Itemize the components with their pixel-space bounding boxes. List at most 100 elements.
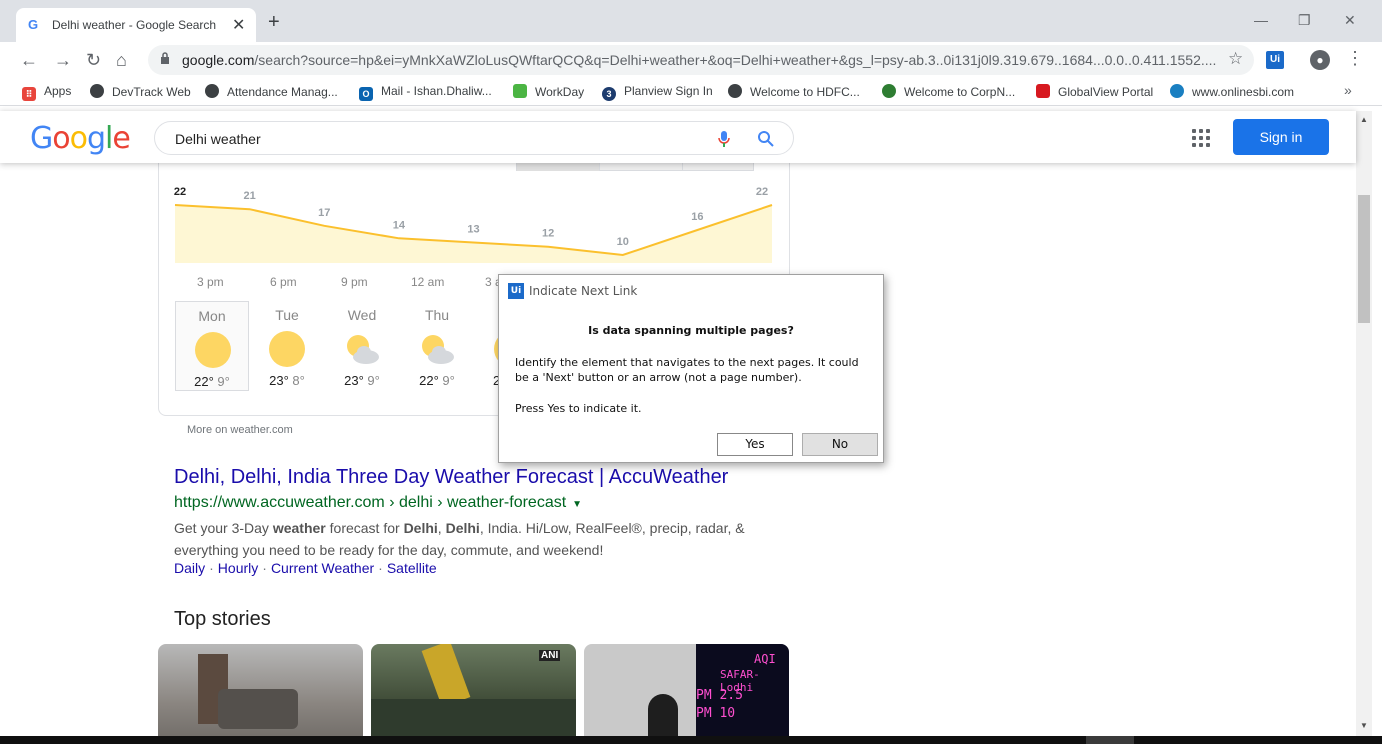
bookmark-devtrack[interactable]: DevTrack Web [90,84,191,99]
sitelink-current-weather[interactable]: Current Weather [271,560,374,576]
sbi-icon [1170,84,1184,98]
search-box[interactable]: Delhi weather [154,121,794,155]
fis-icon [513,84,527,98]
bookmark-workday[interactable]: WorkDay [513,84,584,99]
search-input[interactable]: Delhi weather [175,131,261,147]
sitelink-hourly[interactable]: Hourly [218,560,258,576]
google-header: Google Delhi weather Sign in [0,111,1356,163]
bookmark-star-icon[interactable]: ☆ [1228,49,1243,69]
scrollbar-thumb[interactable] [1358,195,1370,323]
bookmark-mail[interactable]: O Mail - Ishan.Dhaliw... [359,84,492,101]
temperature-point-label: 12 [542,228,554,240]
forecast-day-wed[interactable]: Wed 23° 9° [325,301,399,391]
home-icon[interactable]: ⌂ [116,50,127,71]
bookmark-attendance[interactable]: Attendance Manag... [205,84,338,99]
story-card-2[interactable]: ANI [371,644,576,736]
result-sitelinks: Daily · Hourly · Current Weather · Satellite [174,560,437,576]
result-snippet: Get your 3-Day weather forecast for Delh… [174,520,745,558]
no-button[interactable]: No [802,433,878,456]
browser-tab[interactable]: G Delhi weather - Google Search ✕ [16,8,256,42]
temperature-point-label: 17 [318,207,330,219]
bookmark-globalview[interactable]: GlobalView Portal [1036,84,1153,99]
temperature-point-label: 13 [467,224,479,236]
planview-icon: 3 [602,87,616,101]
back-icon[interactable]: ← [20,50,38,71]
microphone-icon[interactable] [717,130,731,148]
globe-icon [728,84,742,98]
time-label: 6 pm [270,275,297,289]
windows-taskbar [0,736,1382,744]
temperature-point-label: 10 [617,236,629,248]
corp-icon [882,84,896,98]
uipath-logo-icon: Ui [508,283,524,299]
bookmarks-overflow-icon[interactable]: » [1344,82,1352,98]
forecast-day-mon[interactable]: Mon 22° 9° [175,301,249,391]
globe-icon [90,84,104,98]
temperature-point-label: 22 [174,186,186,198]
google-favicon-icon: G [28,17,39,32]
minimize-icon[interactable]: — [1254,12,1268,28]
tab-title: Delhi weather - Google Search [52,18,217,32]
story-card-3[interactable]: AQI SAFAR-Lodhi PM 2.5 PM 10 [584,644,789,736]
address-bar[interactable]: google.com/search?source=hp&ei=yMnkXaWZl… [148,45,1254,75]
result-url[interactable]: https://www.accuweather.com › delhi › we… [174,494,582,512]
top-stories-heading: Top stories [174,608,271,630]
bookmark-planview[interactable]: 3 Planview Sign In [602,84,713,101]
sign-in-button[interactable]: Sign in [1233,119,1329,155]
restore-icon[interactable]: ❐ [1298,12,1311,29]
close-window-icon[interactable]: ✕ [1344,12,1356,29]
profile-icon[interactable]: ● [1310,50,1330,70]
dropdown-arrow-icon: ▼ [572,499,583,510]
result-title-link[interactable]: Delhi, Delhi, India Three Day Weather Fo… [174,466,728,489]
browser-toolbar: ← → ↻ ⌂ google.com/search?source=hp&ei=y… [0,42,1382,78]
bookmark-onlinesbi[interactable]: www.onlinesbi.com [1170,84,1294,99]
globe-icon [205,84,219,98]
page-scrollbar[interactable]: ▲ ▼ [1356,111,1372,736]
dialog-body: Identify the element that navigates to t… [515,356,859,384]
taskbar-item[interactable] [1086,736,1134,744]
temperature-point-label: 14 [393,219,406,231]
more-on-weather-link[interactable]: More on weather.com [187,424,293,436]
menu-kebab-icon[interactable]: ⋮ [1346,48,1364,69]
yes-button[interactable]: Yes [717,433,793,456]
temperature-chart: 22 21 17 14 13 12 10 16 22 [174,186,773,263]
story-card-1[interactable] [158,644,363,736]
search-icon[interactable] [757,130,775,148]
person-silhouette [648,694,678,736]
time-label: 9 pm [341,275,368,289]
partly-cloudy-icon [422,335,454,364]
apps-grid-icon: ⠿ [22,87,36,101]
lock-icon [161,52,169,64]
sun-icon [195,332,231,368]
forecast-day-fri[interactable]: 2 [475,301,499,391]
google-apps-icon[interactable] [1192,129,1210,147]
tab-close-icon[interactable]: ✕ [232,15,245,35]
sitelink-daily[interactable]: Daily [174,560,205,576]
forward-icon[interactable]: → [54,50,72,71]
partly-cloudy-icon [347,335,379,364]
dialog-title: Indicate Next Link [529,284,638,298]
indicate-next-link-dialog: Ui Indicate Next Link Is data spanning m… [498,274,884,463]
new-tab-icon[interactable]: + [268,11,280,34]
google-logo[interactable]: Google [30,121,131,156]
bookmark-apps[interactable]: ⠿ Apps [22,84,71,101]
bookmarks-bar: ⠿ Apps DevTrack Web Attendance Manag... O… [0,78,1382,106]
forecast-day-tue[interactable]: Tue 23° 8° [250,301,324,391]
bookmark-corpnet[interactable]: Welcome to CorpN... [882,84,1015,99]
time-label: 3 pm [197,275,224,289]
aqi-sign: AQI SAFAR-Lodhi PM 2.5 PM 10 [696,644,789,736]
scroll-down-arrow-icon[interactable]: ▼ [1360,721,1368,730]
sun-icon [269,331,305,367]
forecast-day-thu[interactable]: Thu 22° 9° [400,301,474,391]
scroll-up-arrow-icon[interactable]: ▲ [1360,115,1368,124]
dialog-heading: Is data spanning multiple pages? [588,324,794,337]
temperature-point-label: 22 [756,186,768,198]
bookmark-hdfc[interactable]: Welcome to HDFC... [728,84,860,99]
time-label: 12 am [411,275,445,289]
temperature-point-label: 16 [691,211,703,223]
sitelink-satellite[interactable]: Satellite [387,560,437,576]
temperature-point-label: 21 [244,190,256,202]
uipath-extension-icon[interactable]: Ui [1266,51,1284,69]
reload-icon[interactable]: ↻ [86,50,101,71]
outlook-icon: O [359,87,373,101]
